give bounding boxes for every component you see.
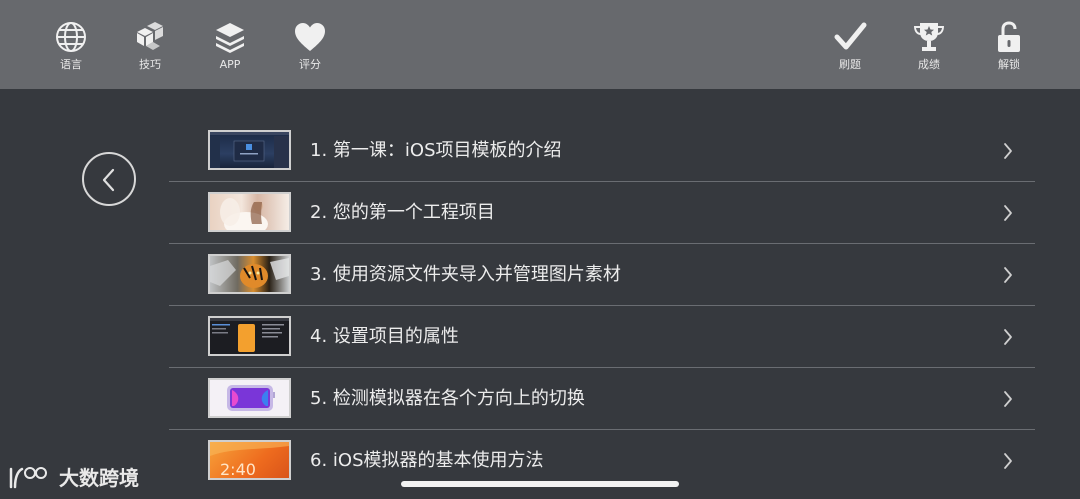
toolbar-rate-button[interactable]: 评分 — [278, 18, 342, 72]
lesson-title: 4. 设置项目的属性 — [310, 326, 459, 347]
watermark: 大数跨境 — [8, 462, 139, 492]
toolbar-tips-label: 技巧 — [139, 58, 161, 71]
watermark-logo-icon — [9, 466, 47, 488]
lesson-row-1[interactable]: 1. 第一课：iOS项目模板的介绍 — [169, 120, 1035, 182]
chevron-right-icon — [1004, 267, 1012, 283]
lesson-thumbnail — [208, 130, 291, 170]
watermark-text: 大数跨境 — [58, 466, 139, 490]
toolbar-tips-button[interactable]: 技巧 — [118, 18, 182, 72]
toolbar-app-label: APP — [219, 58, 241, 71]
thumbnail-clock-text: 2:40 — [220, 460, 256, 478]
toolbar-scores-button[interactable]: 成绩 — [897, 18, 961, 72]
chevron-right-icon — [1004, 205, 1012, 221]
toolbar-unlock-label: 解锁 — [998, 58, 1020, 71]
trophy-icon — [897, 18, 961, 58]
chevron-right-icon — [1004, 391, 1012, 407]
toolbar-unlock-button[interactable]: 解锁 — [977, 18, 1041, 72]
layers-icon — [198, 18, 262, 58]
lesson-title: 3. 使用资源文件夹导入并管理图片素材 — [310, 264, 621, 285]
toolbar-scores-label: 成绩 — [918, 58, 940, 71]
lesson-row-2[interactable]: 2. 您的第一个工程项目 — [169, 182, 1035, 244]
home-indicator — [401, 481, 679, 487]
toolbar-language-button[interactable]: 语言 — [39, 18, 103, 72]
back-button[interactable] — [82, 152, 136, 206]
lesson-list: 1. 第一课：iOS项目模板的介绍 2. 您的第一个工程项目 3. 使用资源文件… — [169, 120, 1035, 491]
lesson-thumbnail: 2:40 — [208, 440, 291, 480]
unlock-icon — [977, 18, 1041, 58]
toolbar-rate-label: 评分 — [299, 58, 321, 71]
globe-icon — [39, 18, 103, 58]
lesson-row-4[interactable]: 4. 设置项目的属性 — [169, 306, 1035, 368]
toolbar-practice-button[interactable]: 刷题 — [818, 18, 882, 72]
cubes-icon — [118, 18, 182, 58]
lesson-thumbnail — [208, 254, 291, 294]
lesson-row-3[interactable]: 3. 使用资源文件夹导入并管理图片素材 — [169, 244, 1035, 306]
lesson-thumbnail — [208, 316, 291, 356]
chevron-left-icon — [102, 168, 115, 192]
lesson-title: 5. 检测模拟器在各个方向上的切换 — [310, 388, 585, 409]
lesson-title: 1. 第一课：iOS项目模板的介绍 — [310, 140, 562, 161]
lesson-title: 2. 您的第一个工程项目 — [310, 202, 495, 223]
top-toolbar: 语言 技巧 APP 评分 刷题 成绩 解锁 — [0, 0, 1080, 89]
toolbar-app-button[interactable]: APP — [198, 18, 262, 72]
chevron-right-icon — [1004, 329, 1012, 345]
lesson-row-5[interactable]: 5. 检测模拟器在各个方向上的切换 — [169, 368, 1035, 430]
lesson-thumbnail — [208, 192, 291, 232]
heart-icon — [278, 18, 342, 58]
check-icon — [818, 18, 882, 58]
toolbar-language-label: 语言 — [60, 58, 82, 71]
toolbar-practice-label: 刷题 — [839, 58, 861, 71]
lesson-thumbnail — [208, 378, 291, 418]
chevron-right-icon — [1004, 143, 1012, 159]
chevron-right-icon — [1004, 453, 1012, 469]
